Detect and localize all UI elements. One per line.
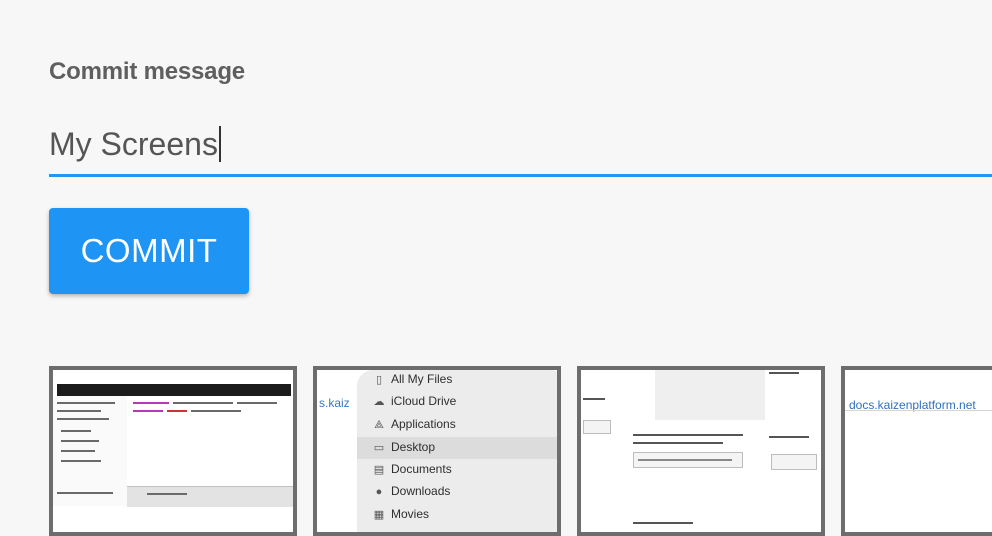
screenshot-thumbnail-dialog[interactable] <box>577 366 825 536</box>
document-icon: ▤ <box>373 464 385 476</box>
window-titlebar <box>57 384 291 396</box>
dialog-header <box>655 370 765 420</box>
commit-message-label: Commit message <box>49 58 245 85</box>
text-caret <box>218 126 221 162</box>
download-icon: ● <box>375 486 383 498</box>
desktop-icon: ▭ <box>373 442 385 454</box>
dialog-input <box>633 452 743 468</box>
files-icon: ▯ <box>375 374 383 386</box>
movies-icon: ▦ <box>373 509 385 521</box>
commit-message-field[interactable]: My Screens <box>49 118 992 178</box>
file-tree <box>53 396 128 506</box>
commit-message-input[interactable]: My Screens <box>49 126 218 162</box>
url-link-fragment: s.kaiz <box>319 396 350 410</box>
finder-sidebar-menu: ▯ All My Files ☁ iCloud Drive ⟁ Application… <box>357 370 557 532</box>
menu-item-downloads: ● Downloads <box>373 484 451 498</box>
code-editor-pane <box>127 396 293 486</box>
menu-item-icloud-drive: ☁ iCloud Drive <box>373 394 457 408</box>
terminal-pane <box>127 486 293 507</box>
input-underline <box>49 174 992 177</box>
menu-item-movies: ▦ Movies <box>373 507 430 521</box>
cloud-icon: ☁ <box>373 396 385 408</box>
screenshot-thumbnail-code-editor[interactable] <box>49 366 297 536</box>
applications-icon: ⟁ <box>374 419 384 431</box>
divider <box>845 410 992 411</box>
menu-item-desktop: ▭ Desktop <box>373 440 436 454</box>
menu-item-applications: ⟁ Applications <box>374 417 456 431</box>
screenshot-thumbnail-web[interactable]: docs.kaizenplatform.net <box>841 366 992 536</box>
menu-item-all-my-files: ▯ All My Files <box>373 372 452 386</box>
dialog-button <box>771 454 817 470</box>
screenshot-thumbnail-finder[interactable]: s.kaiz ▯ All My Files ☁ iCloud Drive ⟁ Appl… <box>313 366 561 536</box>
menu-item-documents: ▤ Documents <box>373 462 452 476</box>
commit-button[interactable]: COMMIT <box>49 208 249 294</box>
